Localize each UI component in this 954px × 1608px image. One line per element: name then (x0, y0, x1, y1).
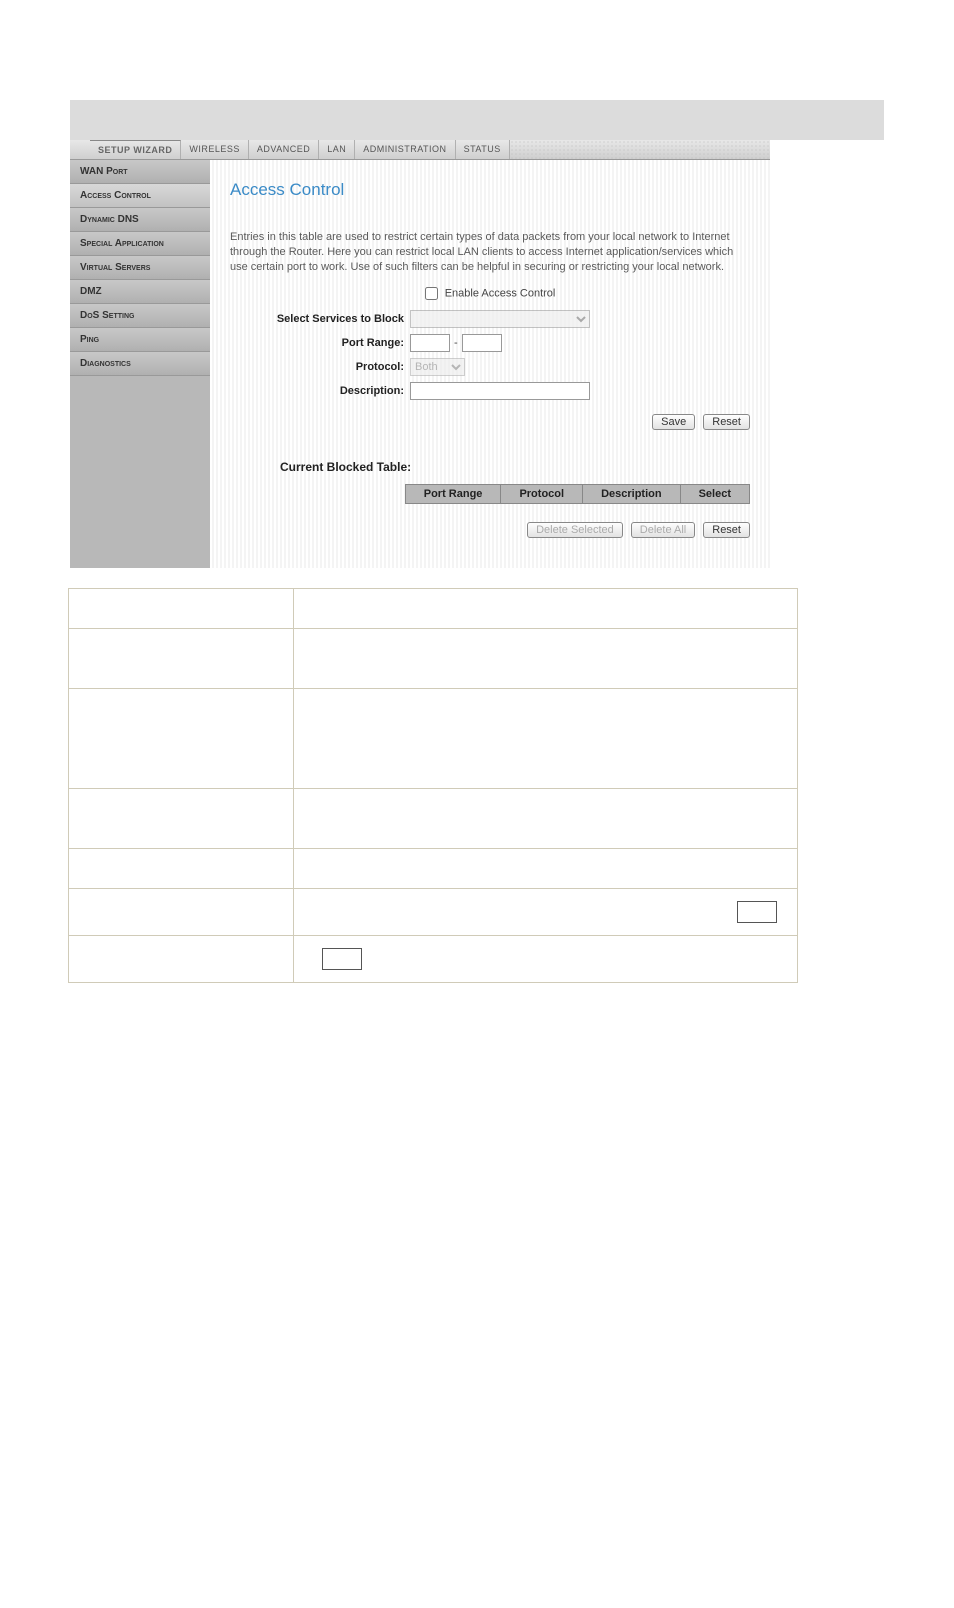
th-description: Description (583, 484, 681, 503)
select-services-label: Select Services to Block (230, 313, 410, 325)
description-label: Description: (230, 385, 410, 397)
sidebar-item-virtual-servers[interactable]: Virtual Servers (70, 256, 210, 280)
desc-cell-4r (294, 788, 798, 848)
desc-cell-3l (69, 688, 294, 788)
protocol-dropdown[interactable]: Both (410, 358, 465, 376)
tab-lan[interactable]: LAN (319, 140, 355, 159)
th-select: Select (680, 484, 749, 503)
desc-cell-5r (294, 848, 798, 888)
sidebar-item-diagnostics[interactable]: Diagnostics (70, 352, 210, 376)
router-admin-panel: Setup Wizard Wireless Advanced LAN Admin… (70, 140, 770, 568)
desc-cell-1r (294, 588, 798, 628)
top-nav-tabs: Setup Wizard Wireless Advanced LAN Admin… (70, 140, 770, 160)
desc-cell-5l (69, 848, 294, 888)
th-protocol: Protocol (501, 484, 583, 503)
current-blocked-table-label: Current Blocked Table: (280, 460, 750, 474)
port-range-end-input[interactable] (462, 334, 502, 352)
sidebar-item-dynamic-dns[interactable]: Dynamic DNS (70, 208, 210, 232)
sidebar-item-dos-setting[interactable]: DoS Setting (70, 304, 210, 328)
th-port-range: Port Range (405, 484, 501, 503)
inner-box-2 (322, 948, 362, 970)
tab-setup-wizard[interactable]: Setup Wizard (90, 140, 181, 159)
blocked-table: Port Range Protocol Description Select (405, 484, 750, 504)
tab-status[interactable]: Status (456, 140, 510, 159)
top-gray-bar (70, 100, 884, 140)
reset-table-button[interactable]: Reset (703, 522, 750, 538)
desc-cell-7l (69, 935, 294, 982)
description-grid (68, 588, 798, 983)
description-input[interactable] (410, 382, 590, 400)
sidebar: WAN Port Access Control Dynamic DNS Spec… (70, 160, 210, 568)
sidebar-item-ping[interactable]: Ping (70, 328, 210, 352)
page-title: Access Control (230, 180, 750, 200)
enable-access-control-row: Enable Access Control (230, 287, 750, 300)
tab-wireless[interactable]: Wireless (181, 140, 249, 159)
reset-button[interactable]: Reset (703, 414, 750, 430)
tab-filler (510, 140, 770, 159)
sidebar-item-special-application[interactable]: Special Application (70, 232, 210, 256)
sidebar-item-dmz[interactable]: DMZ (70, 280, 210, 304)
select-services-dropdown[interactable] (410, 310, 590, 328)
tab-administration[interactable]: Administration (355, 140, 455, 159)
desc-cell-1l (69, 588, 294, 628)
blocked-table-header-row: Port Range Protocol Description Select (405, 484, 749, 503)
sidebar-item-access-control[interactable]: Access Control (70, 184, 210, 208)
intro-paragraph: Entries in this table are used to restri… (230, 230, 750, 275)
tab-spacer (70, 140, 90, 159)
desc-cell-6l (69, 888, 294, 935)
inner-box-1 (737, 901, 777, 923)
desc-cell-4l (69, 788, 294, 848)
desc-cell-6r (294, 888, 798, 935)
enable-access-control-checkbox[interactable] (425, 287, 438, 300)
main-content: Access Control Entries in this table are… (210, 160, 770, 568)
tab-advanced[interactable]: Advanced (249, 140, 319, 159)
port-range-label: Port Range: (230, 337, 410, 349)
desc-cell-2l (69, 628, 294, 688)
sidebar-item-wan-port[interactable]: WAN Port (70, 160, 210, 184)
delete-selected-button[interactable]: Delete Selected (527, 522, 623, 538)
save-button[interactable]: Save (652, 414, 695, 430)
port-range-start-input[interactable] (410, 334, 450, 352)
delete-all-button[interactable]: Delete All (631, 522, 695, 538)
desc-cell-2r (294, 628, 798, 688)
desc-cell-3r (294, 688, 798, 788)
desc-cell-7r (294, 935, 798, 982)
enable-access-control-label: Enable Access Control (445, 287, 556, 299)
protocol-label: Protocol: (230, 361, 410, 373)
port-range-separator: - (454, 337, 458, 349)
